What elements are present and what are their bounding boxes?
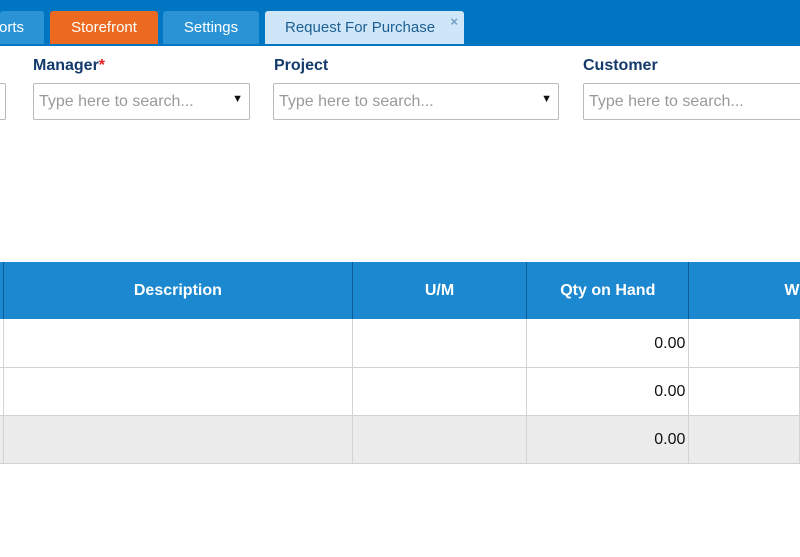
left-field-stub[interactable] — [0, 83, 6, 120]
customer-combobox[interactable] — [583, 83, 800, 120]
description-cell[interactable] — [3, 367, 353, 416]
tab-request-for-purchase[interactable]: Request For Purchase × — [265, 11, 464, 44]
w-cell[interactable] — [688, 319, 800, 368]
column-header-qty-on-hand[interactable]: Qty on Hand — [526, 262, 690, 319]
tab-settings[interactable]: Settings — [163, 11, 259, 44]
w-cell[interactable] — [688, 415, 800, 464]
description-cell[interactable] — [3, 415, 353, 464]
required-marker: * — [98, 57, 106, 74]
table-row[interactable]: 0.00 — [0, 415, 800, 464]
customer-label: Customer — [583, 57, 658, 74]
w-cell[interactable] — [688, 367, 800, 416]
table-header-row: Description U/M Qty on Hand W — [0, 262, 800, 319]
project-search-input[interactable] — [274, 84, 558, 119]
manager-search-input[interactable] — [34, 84, 249, 119]
project-label: Project — [274, 57, 329, 74]
qty-on-hand-cell: 0.00 — [526, 415, 690, 464]
manager-combobox[interactable]: ▼ — [33, 83, 250, 120]
um-cell[interactable] — [352, 415, 528, 464]
tab-reports[interactable]: orts — [0, 11, 44, 44]
top-tab-bar: orts Storefront Settings Request For Pur… — [0, 0, 800, 46]
close-icon[interactable]: × — [450, 14, 458, 29]
column-header-um[interactable]: U/M — [352, 262, 528, 319]
qty-on-hand-cell: 0.00 — [526, 367, 690, 416]
project-combobox[interactable]: ▼ — [273, 83, 559, 120]
chevron-down-icon[interactable]: ▼ — [541, 93, 552, 105]
tab-storefront[interactable]: Storefront — [50, 11, 158, 44]
manager-label-text: Manager — [33, 57, 99, 74]
tab-reports-label: orts — [0, 19, 24, 36]
items-table: Description U/M Qty on Hand W 0.00 0.00 … — [0, 262, 800, 464]
customer-search-input[interactable] — [584, 84, 800, 119]
table-row[interactable]: 0.00 — [0, 367, 800, 416]
um-cell[interactable] — [352, 319, 528, 368]
table-row[interactable]: 0.00 — [0, 319, 800, 368]
tab-storefront-label: Storefront — [71, 19, 137, 36]
manager-label: Manager* — [33, 57, 105, 75]
tab-request-for-purchase-label: Request For Purchase — [285, 19, 436, 36]
column-header-w[interactable]: W — [688, 262, 800, 319]
chevron-down-icon[interactable]: ▼ — [232, 93, 243, 105]
qty-on-hand-cell: 0.00 — [526, 319, 690, 368]
um-cell[interactable] — [352, 367, 528, 416]
column-header-description[interactable]: Description — [3, 262, 353, 319]
description-cell[interactable] — [3, 319, 353, 368]
tab-settings-label: Settings — [183, 19, 239, 36]
